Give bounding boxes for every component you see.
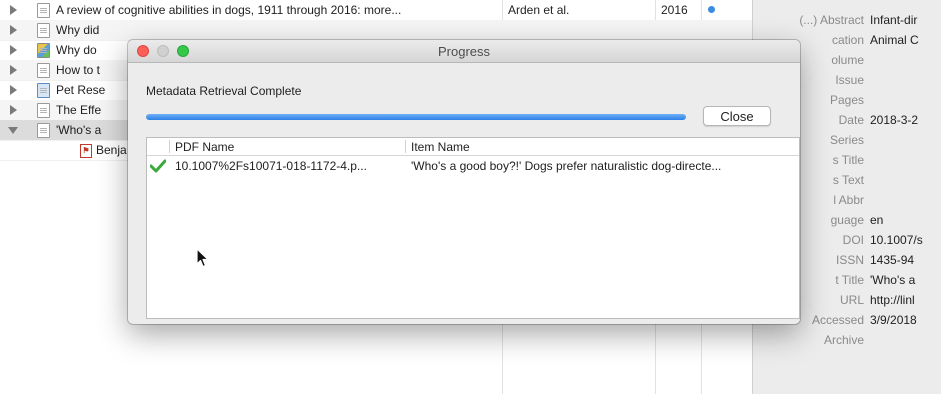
field-label: cation (831, 33, 864, 47)
field-label: Archive (823, 333, 864, 347)
field-label: DOI (842, 233, 864, 247)
results-table: PDF Name Item Name 10.1007%2Fs10071-018-… (146, 137, 800, 319)
item-title: How to t (56, 63, 101, 77)
close-button[interactable]: Close (703, 106, 771, 126)
info-field: (...) Abstract Infant-dir (753, 10, 941, 30)
field-label: Issue (835, 73, 864, 87)
dialog-title: Progress (437, 44, 491, 59)
document-icon (37, 23, 50, 38)
status-message: Metadata Retrieval Complete (146, 84, 302, 98)
expand-triangle-icon[interactable] (10, 105, 17, 115)
field-label: Accessed (811, 313, 864, 327)
field-label: s Title (832, 153, 864, 167)
field-label: Pages (829, 93, 864, 107)
item-title: Pet Rese (56, 83, 106, 97)
library-row[interactable]: A review of cognitive abilities in dogs,… (0, 0, 752, 21)
attachment-dot-icon (708, 6, 715, 13)
document-icon (37, 123, 50, 138)
document-icon (37, 103, 50, 118)
expand-triangle-icon[interactable] (10, 45, 17, 55)
dialog-titlebar[interactable]: Progress (128, 40, 800, 63)
field-label: guage (830, 213, 864, 227)
document-icon (37, 3, 50, 18)
item-title: 'Who's a (56, 123, 102, 137)
item-title: A review of cognitive abilities in dogs,… (56, 3, 402, 17)
item-year: 2016 (661, 3, 688, 17)
field-value[interactable]: 2018-3-2 (870, 113, 941, 127)
table-header: PDF Name Item Name (147, 138, 799, 156)
field-label: l Abbr (833, 193, 864, 207)
expand-triangle-icon[interactable] (10, 25, 17, 35)
column-header-pdf-name[interactable]: PDF Name (175, 140, 234, 154)
web-page-icon (37, 83, 50, 98)
pdf-name-cell: 10.1007%2Fs10071-018-1172-4.p... (175, 159, 367, 173)
field-value[interactable]: Animal C (870, 33, 941, 47)
field-label: URL (839, 293, 864, 307)
item-creator: Arden et al. (508, 3, 570, 17)
field-label: olume (831, 53, 864, 67)
field-value[interactable]: Infant-dir (870, 13, 941, 27)
progress-dialog: Progress Metadata Retrieval Complete Clo… (128, 40, 800, 324)
field-label: Date (838, 113, 864, 127)
item-title: Why do (56, 43, 97, 57)
column-divider (405, 140, 406, 153)
progress-bar (146, 114, 686, 120)
library-row[interactable]: Why did (0, 20, 752, 41)
field-label: s Text (832, 173, 864, 187)
collapse-triangle-icon[interactable] (8, 127, 18, 134)
image-document-icon (37, 43, 50, 58)
attachment-title: Benja (96, 143, 127, 157)
table-row[interactable]: 10.1007%2Fs10071-018-1172-4.p... 'Who's … (147, 156, 799, 176)
field-value[interactable]: 'Who's a (870, 273, 941, 287)
column-divider (169, 140, 170, 153)
field-value[interactable]: 1435-94 (870, 253, 941, 267)
expand-triangle-icon[interactable] (10, 85, 17, 95)
item-title: The Effe (56, 103, 102, 117)
pdf-icon: ⚑ (80, 144, 92, 158)
field-label: ISSN (835, 253, 864, 267)
expand-triangle-icon[interactable] (10, 5, 17, 15)
item-title: Why did (56, 23, 100, 37)
field-value[interactable]: en (870, 213, 941, 227)
field-value[interactable]: 10.1007/s (870, 233, 941, 247)
field-value[interactable]: http://linl (870, 293, 941, 307)
item-name-cell: 'Who's a good boy?!' Dogs prefer natural… (411, 159, 722, 173)
checkmark-icon (149, 159, 167, 176)
field-value[interactable]: 3/9/2018 (870, 313, 941, 327)
mouse-cursor-icon (196, 248, 210, 271)
document-icon (37, 63, 50, 78)
info-field: Archive (753, 330, 941, 350)
field-label: Series (829, 133, 864, 147)
expand-triangle-icon[interactable] (10, 65, 17, 75)
field-label: (...) Abstract (799, 13, 864, 27)
field-label: t Title (835, 273, 864, 287)
progress-bar-fill (146, 114, 686, 120)
column-header-item-name[interactable]: Item Name (411, 140, 470, 154)
